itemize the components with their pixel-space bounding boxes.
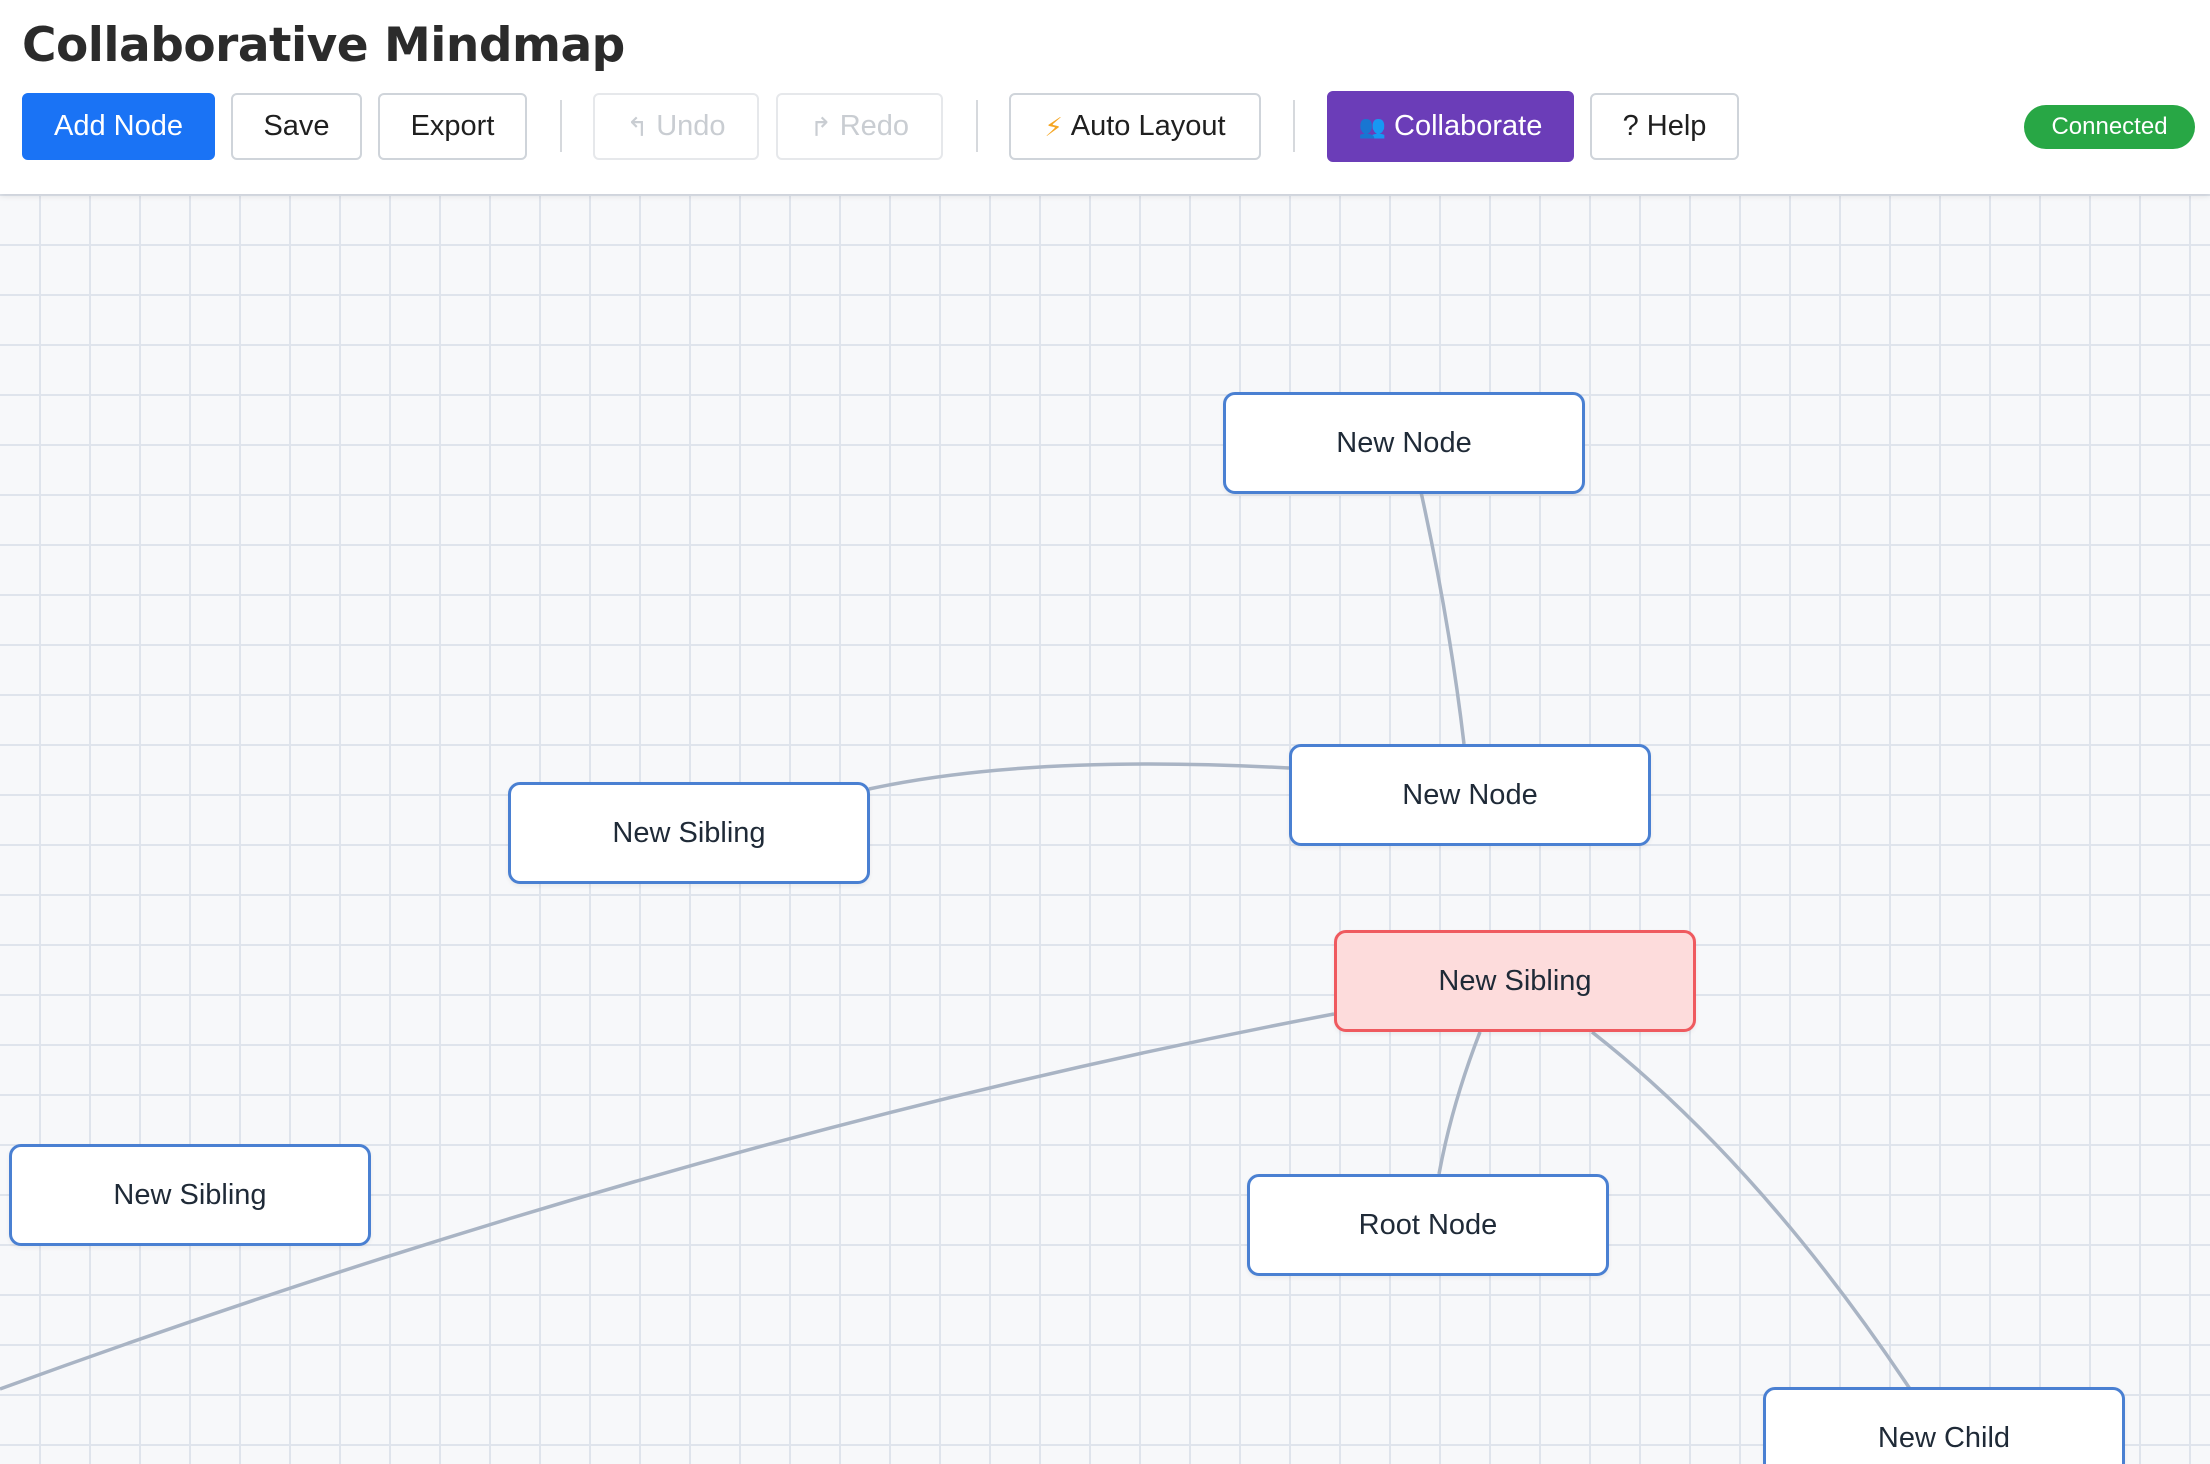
- undo-button[interactable]: ↰ Undo: [593, 93, 759, 160]
- redo-label: Redo: [839, 110, 910, 142]
- edge-new-sibling-to-new-node: [868, 762, 1290, 791]
- auto-layout-label: Auto Layout: [1070, 110, 1226, 142]
- mindmap-node[interactable]: New Sibling: [9, 1144, 371, 1246]
- redo-button[interactable]: ↱ Redo: [776, 93, 943, 160]
- add-node-button[interactable]: Add Node: [22, 93, 215, 160]
- users-icon: 👥: [1358, 113, 1387, 139]
- toolbar-divider: [560, 100, 562, 152]
- help-button[interactable]: ? Help: [1590, 93, 1739, 160]
- edge-selected-to-new-child: [1590, 1030, 1912, 1390]
- mindmap-node[interactable]: New Node: [1289, 744, 1651, 846]
- edge-selected-to-root: [1437, 1031, 1482, 1175]
- redo-icon: ↱: [809, 111, 832, 142]
- mindmap-edges: [0, 491, 1912, 1391]
- collaborate-button[interactable]: 👥 Collaborate: [1327, 91, 1574, 162]
- collaborate-label: Collaborate: [1394, 110, 1543, 142]
- app-header: Collaborative Mindmap Add Node Save Expo…: [0, 0, 2210, 194]
- undo-icon: ↰: [626, 111, 649, 142]
- mindmap-node[interactable]: New Sibling: [508, 782, 870, 884]
- auto-layout-button[interactable]: ⚡ Auto Layout: [1009, 93, 1261, 160]
- app-title: Collaborative Mindmap: [22, 18, 625, 73]
- export-button[interactable]: Export: [378, 93, 527, 160]
- toolbar-divider: [976, 100, 978, 152]
- mindmap-node-selected[interactable]: New Sibling: [1334, 930, 1696, 1032]
- mindmap-node[interactable]: New Child: [1763, 1387, 2125, 1464]
- connection-status-badge: Connected: [2024, 105, 2195, 149]
- toolbar-divider: [1293, 100, 1295, 152]
- mindmap-node[interactable]: Root Node: [1247, 1174, 1609, 1276]
- save-button[interactable]: Save: [231, 93, 362, 160]
- undo-label: Undo: [656, 110, 726, 142]
- lightning-icon: ⚡: [1044, 111, 1063, 142]
- mindmap-node[interactable]: New Node: [1223, 392, 1585, 494]
- edge-new-node-to-new-node: [1419, 491, 1466, 745]
- mindmap-canvas[interactable]: New Node New Node New Sibling New Siblin…: [0, 194, 2210, 1464]
